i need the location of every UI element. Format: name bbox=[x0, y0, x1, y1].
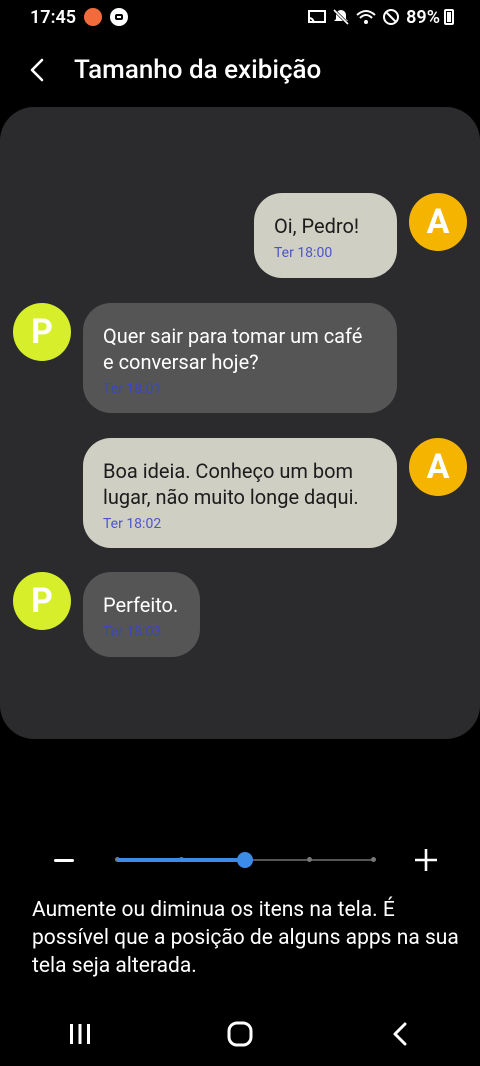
message-bubble-outgoing: Boa ideia. Conheço um bom lugar, não mui… bbox=[83, 438, 397, 548]
chevron-left-icon bbox=[30, 58, 44, 82]
message-time: Ter 18:02 bbox=[103, 516, 162, 532]
message-text: Quer sair para tomar um café e conversar… bbox=[103, 324, 363, 374]
app-bar: Tamanho da exibição bbox=[0, 34, 480, 106]
message-bubble-incoming: Perfeito. Ter 18:03 bbox=[83, 572, 200, 657]
slider-thumb[interactable] bbox=[237, 852, 253, 868]
message-time: Ter 18:03 bbox=[103, 624, 162, 640]
recents-icon bbox=[70, 1024, 90, 1044]
home-icon bbox=[227, 1021, 253, 1047]
back-button[interactable] bbox=[0, 34, 74, 106]
slider-fill bbox=[117, 858, 245, 862]
preview-card: Oi, Pedro! Ter 18:00 A P Quer sair para … bbox=[0, 107, 480, 739]
battery-icon bbox=[444, 9, 454, 25]
screen-mirror-icon bbox=[308, 9, 327, 25]
slider-tick bbox=[371, 857, 376, 862]
plus-icon bbox=[415, 849, 437, 871]
message-bubble-incoming: Quer sair para tomar um café e conversar… bbox=[83, 303, 397, 413]
navigation-bar bbox=[0, 1002, 480, 1066]
recent-apps-button[interactable] bbox=[40, 1002, 120, 1066]
message-text: Oi, Pedro! bbox=[274, 214, 360, 238]
wifi-icon bbox=[356, 9, 376, 25]
description-text: Aumente ou diminua os itens na tela. É p… bbox=[32, 898, 459, 978]
decrease-button[interactable] bbox=[44, 846, 84, 874]
home-button[interactable] bbox=[200, 1002, 280, 1066]
message-bubble-outgoing: Oi, Pedro! Ter 18:00 bbox=[254, 193, 397, 278]
recorder-notification-icon bbox=[84, 8, 103, 26]
display-size-slider-row bbox=[0, 836, 480, 884]
back-nav-button[interactable] bbox=[360, 1002, 440, 1066]
battery-indicator: 89% bbox=[406, 7, 454, 28]
do-not-disturb-icon bbox=[382, 8, 400, 26]
avatar-a: A bbox=[409, 193, 467, 251]
message-text: Boa ideia. Conheço um bom lugar, não mui… bbox=[103, 459, 359, 509]
status-time: 17:45 bbox=[30, 6, 77, 28]
avatar-p: P bbox=[13, 572, 71, 630]
status-bar: 17:45 89% bbox=[0, 0, 480, 34]
size-slider[interactable] bbox=[115, 852, 376, 868]
app-notification-icon bbox=[110, 8, 129, 26]
increase-button[interactable] bbox=[406, 846, 446, 874]
page-title: Tamanho da exibição bbox=[74, 55, 322, 85]
minus-icon bbox=[54, 858, 74, 862]
back-icon bbox=[393, 1022, 407, 1046]
status-right: 89% bbox=[308, 7, 454, 28]
message-text: Perfeito. bbox=[103, 593, 179, 617]
status-left: 17:45 bbox=[30, 6, 129, 28]
battery-percent: 89% bbox=[406, 6, 440, 28]
slider-tick bbox=[307, 857, 312, 862]
message-time: Ter 18:00 bbox=[274, 245, 333, 261]
avatar-a: A bbox=[409, 438, 467, 496]
display-size-screen: 17:45 89% Tamanho da exibição Oi, Pedro!… bbox=[0, 0, 480, 1066]
avatar-p: P bbox=[13, 303, 71, 361]
message-time: Ter 18:01 bbox=[103, 381, 162, 397]
mute-icon bbox=[332, 8, 350, 26]
